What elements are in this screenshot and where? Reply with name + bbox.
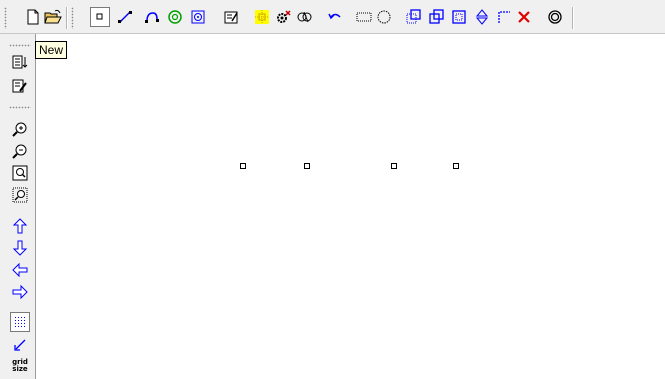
edit-list-button[interactable] (10, 76, 30, 96)
arrow-left-icon (12, 262, 28, 278)
draw-arc-icon (145, 12, 159, 23)
pan-up-button[interactable] (10, 216, 30, 236)
group-button[interactable] (404, 7, 424, 27)
tooltip: New (35, 41, 68, 59)
grid-dots-icon (15, 317, 25, 327)
zoom-in-button[interactable] (10, 119, 30, 139)
select-rectangle-icon (96, 13, 103, 20)
left-toolbar: grid size (0, 34, 36, 379)
ungroup-icon (429, 9, 444, 24)
rectangle-select-icon (356, 12, 372, 22)
zoom-selection-button[interactable] (10, 185, 30, 205)
corner-button[interactable] (494, 7, 514, 27)
grid-toggle-button[interactable] (10, 312, 30, 332)
undo-icon (328, 13, 341, 20)
sort-list-icon (12, 55, 28, 69)
settings-button[interactable] (273, 7, 293, 27)
circle-select-icon (377, 10, 391, 24)
component-tool-button[interactable] (188, 7, 208, 27)
toolbar-grip[interactable] (71, 7, 74, 29)
ungroup-button[interactable] (427, 7, 447, 27)
undo-button[interactable] (325, 7, 345, 27)
arc-tool-button[interactable] (142, 7, 162, 27)
selection-handle[interactable] (304, 163, 310, 169)
delete-icon (518, 11, 530, 23)
toolbar-separator (572, 7, 574, 29)
group-icon (406, 9, 421, 24)
new-file-icon (27, 9, 39, 25)
selection-handle[interactable] (453, 163, 459, 169)
zoom-out-button[interactable] (10, 141, 30, 161)
frame-icon (452, 10, 466, 24)
zoom-fit-icon (12, 165, 28, 181)
frame-button[interactable] (449, 7, 469, 27)
corner-icon (498, 11, 510, 23)
route-button[interactable] (294, 7, 314, 27)
drawing-canvas[interactable] (36, 35, 665, 379)
circle-select-button[interactable] (374, 7, 394, 27)
toolbar-grip[interactable] (9, 106, 31, 109)
snap-button[interactable] (10, 335, 30, 355)
grid-select-button[interactable] (252, 7, 272, 27)
grid-size-button[interactable]: grid size (10, 356, 30, 376)
pan-left-button[interactable] (10, 260, 30, 280)
select-tool-button[interactable] (90, 7, 110, 27)
zoom-selection-icon (12, 187, 28, 203)
snap-arrow-icon (14, 339, 26, 351)
selection-handle[interactable] (391, 163, 397, 169)
pan-right-button[interactable] (10, 282, 30, 302)
selection-handle[interactable] (240, 163, 246, 169)
top-toolbar (0, 0, 665, 34)
line-tool-button[interactable] (115, 7, 135, 27)
zoom-in-icon (12, 122, 27, 137)
open-file-button[interactable] (43, 7, 63, 27)
rectangle-select-button[interactable] (354, 7, 374, 27)
route-icon (297, 11, 312, 23)
grid-size-label-line2: size (12, 365, 28, 373)
flip-vertical-button[interactable] (472, 7, 492, 27)
ring-button[interactable] (545, 7, 565, 27)
settings-gear-icon (277, 10, 291, 23)
arrow-up-icon (12, 218, 28, 234)
zoom-fit-button[interactable] (10, 163, 30, 183)
properties-icon (224, 11, 238, 24)
open-folder-icon (44, 9, 62, 24)
toolbar-grip[interactable] (9, 44, 31, 47)
new-file-button[interactable] (23, 7, 43, 27)
properties-button[interactable] (221, 7, 241, 27)
sort-list-button[interactable] (10, 52, 30, 72)
pan-down-button[interactable] (10, 238, 30, 258)
node-tool-button[interactable] (165, 7, 185, 27)
delete-button[interactable] (514, 7, 534, 27)
edit-list-icon (12, 79, 27, 93)
draw-line-icon (118, 11, 132, 23)
ring-icon (548, 10, 562, 24)
grid-size-icon: grid size (12, 359, 28, 373)
flip-vertical-icon (475, 9, 489, 25)
draw-circle-node-icon (168, 10, 182, 24)
app-window: grid size New (0, 0, 665, 379)
toolbar-grip[interactable] (4, 7, 7, 29)
toolbar-separator (66, 7, 68, 29)
grid-select-icon (255, 10, 269, 24)
arrow-right-icon (12, 284, 28, 300)
arrow-down-icon (12, 240, 28, 256)
zoom-out-icon (12, 144, 27, 159)
component-icon (191, 10, 205, 24)
